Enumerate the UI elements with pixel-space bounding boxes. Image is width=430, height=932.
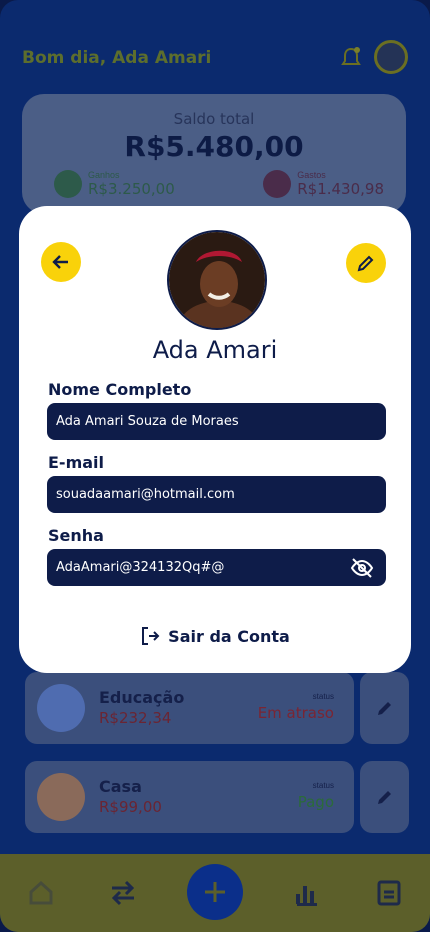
edit-category-button[interactable] <box>360 672 409 744</box>
chart-icon[interactable] <box>292 878 322 908</box>
house-icon <box>37 773 85 821</box>
document-icon[interactable] <box>374 878 404 908</box>
greeting-text: Bom dia, Ada Amari <box>22 48 212 68</box>
password-label: Senha <box>48 526 104 545</box>
status-label: status <box>312 781 334 790</box>
email-field[interactable]: souadaamari@hotmail.com <box>47 476 386 513</box>
edit-profile-button[interactable] <box>346 243 386 283</box>
balance-value: R$5.480,00 <box>124 130 304 163</box>
edit-category-button[interactable] <box>360 761 409 833</box>
income-summary: Ganhos R$3.250,00 <box>54 170 175 198</box>
eye-off-icon[interactable] <box>350 557 374 579</box>
arrow-left-icon <box>52 255 68 269</box>
balance-label: Saldo total <box>173 110 255 128</box>
add-button[interactable] <box>187 864 243 920</box>
add-icon <box>205 882 225 902</box>
logout-label: Sair da Conta <box>168 626 290 646</box>
profile-photo <box>167 230 267 330</box>
transfer-icon[interactable] <box>108 878 138 908</box>
app-screen: Bom dia, Ada Amari Saldo total R$5.480,0… <box>0 0 430 932</box>
home-icon[interactable] <box>26 878 56 908</box>
password-value: AdaAmari@324132Qq#@ <box>56 560 225 575</box>
full-name-field[interactable]: Ada Amari Souza de Moraes <box>47 403 386 440</box>
profile-name: Ada Amari <box>152 336 278 364</box>
income-arrow-icon <box>54 170 82 198</box>
status-badge: Pago <box>297 793 334 811</box>
expense-summary: Gastos R$1.430,98 <box>263 170 384 198</box>
logout-icon <box>142 627 160 645</box>
category-name: Educação <box>99 688 185 707</box>
profile-modal: Ada Amari Nome Completo Ada Amari Souza … <box>19 206 411 673</box>
logout-button[interactable]: Sair da Conta <box>19 626 411 646</box>
email-label: E-mail <box>48 453 105 472</box>
bottom-nav <box>0 854 430 932</box>
header: Bom dia, Ada Amari <box>22 40 408 76</box>
category-card-educacao[interactable]: Educação R$232,34 status Em atraso <box>25 672 354 744</box>
category-card-casa[interactable]: Casa R$99,00 status Pago <box>25 761 354 833</box>
income-label: Ganhos <box>88 170 120 180</box>
password-field[interactable]: AdaAmari@324132Qq#@ <box>47 549 386 586</box>
status-label: status <box>312 692 334 701</box>
category-amount: R$99,00 <box>99 798 162 816</box>
expense-label: Gastos <box>297 170 326 180</box>
pencil-icon <box>357 255 374 272</box>
income-value: R$3.250,00 <box>88 180 175 198</box>
expense-value: R$1.430,98 <box>297 180 384 198</box>
avatar[interactable] <box>374 40 408 74</box>
pencil-icon <box>377 791 391 804</box>
status-badge: Em atraso <box>257 704 334 722</box>
balance-card: Saldo total R$5.480,00 Ganhos R$3.250,00… <box>22 94 406 214</box>
back-button[interactable] <box>41 242 81 282</box>
notification-bell-icon[interactable] <box>340 46 362 70</box>
category-amount: R$232,34 <box>99 709 172 727</box>
pencil-icon <box>377 702 391 715</box>
full-name-label: Nome Completo <box>48 380 192 399</box>
graduation-cap-icon <box>37 684 85 732</box>
expense-arrow-icon <box>263 170 292 198</box>
category-name: Casa <box>99 777 142 796</box>
